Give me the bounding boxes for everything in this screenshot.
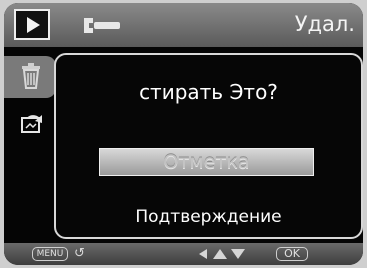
ok-key-hint: OK	[276, 247, 308, 261]
delete-confirm-dialog: стирать Это? Отметка Подтверждение	[54, 53, 363, 239]
camera-screen: Удал. стирать Это? Отметка Подтверждение…	[4, 3, 363, 265]
option-confirm-button[interactable]: Подтверждение	[56, 207, 361, 227]
tab-title: Удал.	[294, 12, 355, 36]
wrench-icon[interactable]	[82, 15, 122, 35]
return-arrow-icon: ↺	[74, 246, 85, 261]
trash-icon	[22, 63, 40, 89]
menu-key-hint: MENU	[32, 247, 68, 261]
sidebar-item-delete[interactable]	[4, 56, 56, 98]
dialog-question: стирать Это?	[139, 80, 278, 104]
tab-playback[interactable]	[14, 9, 50, 40]
bottom-hint-bar: MENU ↺ OK	[4, 243, 363, 265]
left-up-down-arrows-icon	[199, 249, 245, 259]
option-mark-button[interactable]: Отметка	[99, 148, 314, 176]
top-menu-bar: Удал.	[4, 3, 363, 47]
play-icon	[27, 17, 40, 33]
rotate-icon[interactable]	[20, 113, 44, 135]
